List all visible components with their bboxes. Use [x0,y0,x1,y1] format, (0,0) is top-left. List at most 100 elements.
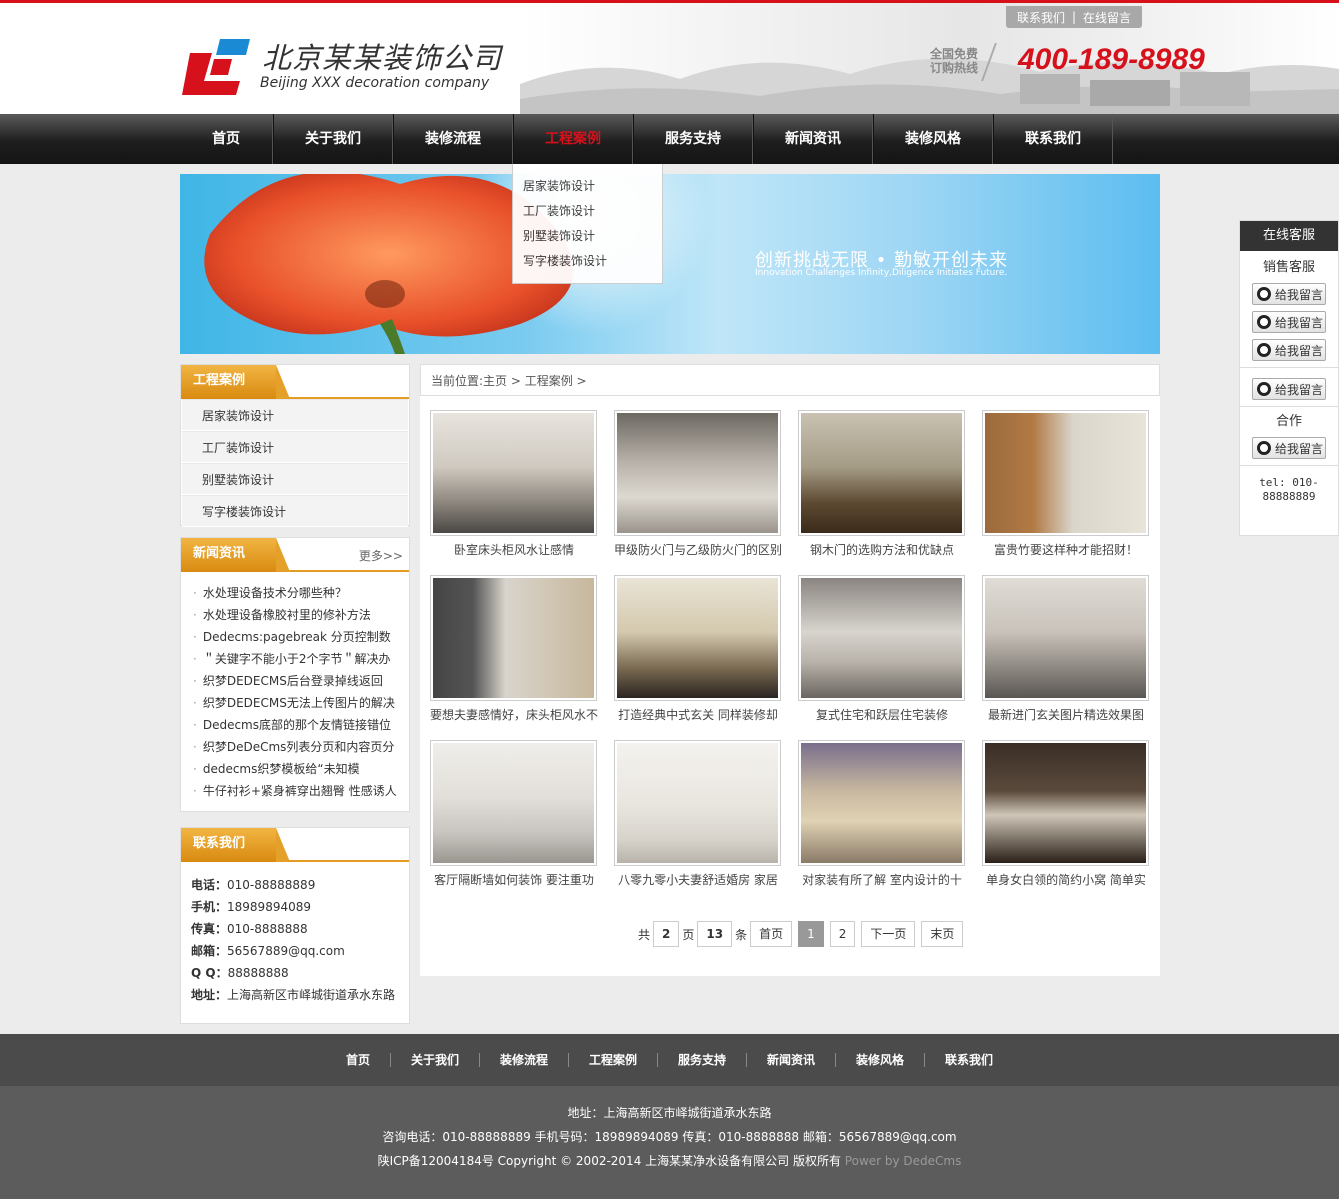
nav-item-service[interactable]: 服务支持 [633,114,753,164]
pager-last-button[interactable]: 末页 [921,921,964,947]
case-card[interactable]: 对家装有所了解 室内设计的十 [798,740,966,894]
service-title: 在线客服 [1240,221,1338,251]
pager-total-label: 共 [638,927,651,942]
news-item[interactable]: Dedecms底部的那个友情链接错位 [193,714,403,736]
case-thumbnail[interactable] [614,575,781,701]
case-thumbnail[interactable] [982,575,1149,701]
case-thumbnail[interactable] [430,575,597,701]
case-title[interactable]: 对家装有所了解 室内设计的十 [798,866,966,894]
box-title: 新闻资讯 [181,538,290,572]
dropdown-item-home[interactable]: 居家装饰设计 [513,174,662,199]
footer-link-style[interactable]: 装修风格 [836,1053,926,1067]
case-thumbnail[interactable] [614,740,781,866]
qq-message-button[interactable]: 给我留言 [1252,378,1326,400]
footer-link-cases[interactable]: 工程案例 [569,1053,658,1067]
news-item[interactable]: 牛仔衬衫+紧身裤穿出翘臀 性感诱人 [193,780,403,802]
divider [1240,465,1338,466]
case-thumbnail[interactable] [798,740,965,866]
nav-item-style[interactable]: 装修风格 [873,114,993,164]
nav-item-news[interactable]: 新闻资讯 [753,114,873,164]
news-item[interactable]: 织梦DEDECMS无法上传图片的解决 [193,692,403,714]
nav-item-home[interactable]: 首页 [180,114,273,164]
case-title[interactable]: 八零九零小夫妻舒适婚房 家居 [614,866,782,894]
case-title[interactable]: 最新进门玄关图片精选效果图 [982,701,1150,729]
pager-next-button[interactable]: 下一页 [861,921,916,947]
dropdown-item-villa[interactable]: 别墅装饰设计 [513,224,662,249]
news-item[interactable]: dedecms织梦模板给“未知模 [193,758,403,780]
case-card[interactable]: 卧室床头柜风水让感情 [430,410,598,564]
hotline-number: 400-189-8989 [1018,43,1205,76]
sidebar-item-office[interactable]: 写字楼装饰设计 [182,495,408,527]
case-thumbnail[interactable] [798,410,965,536]
case-title[interactable]: 客厅隔断墙如何装饰 要注重功 [430,866,598,894]
nav-item-about[interactable]: 关于我们 [273,114,393,164]
case-title[interactable]: 卧室床头柜风水让感情 [430,536,598,564]
case-title[interactable]: 单身女白领的简约小窝 简单实 [982,866,1150,894]
powered-by-link[interactable]: Power by DedeCms [845,1154,962,1168]
case-card[interactable]: 客厅隔断墙如何装饰 要注重功 [430,740,598,894]
footer-link-service[interactable]: 服务支持 [658,1053,748,1067]
online-message-link[interactable]: 在线留言 [1083,9,1131,26]
logo-icon[interactable] [182,39,252,95]
divider: | [1071,10,1077,24]
dropdown-item-factory[interactable]: 工厂装饰设计 [513,199,662,224]
contact-us-link[interactable]: 联系我们 [1017,9,1065,26]
case-card[interactable]: 八零九零小夫妻舒适婚房 家居 [614,740,782,894]
news-item[interactable]: 水处理设备橡胶衬里的修补方法 [193,604,403,626]
qq-icon [1257,315,1271,329]
news-item[interactable]: 水处理设备技术分哪些种？ [193,582,403,604]
footer-link-contact[interactable]: 联系我们 [925,1053,1013,1067]
sidebar-item-villa[interactable]: 别墅装饰设计 [182,463,408,495]
case-thumbnail[interactable] [982,740,1149,866]
dropdown-item-office[interactable]: 写字楼装饰设计 [513,249,662,274]
footer-link-news[interactable]: 新闻资讯 [747,1053,837,1067]
pager-page-unit: 页 [682,927,695,942]
case-card[interactable]: 最新进门玄关图片精选效果图 [982,575,1150,729]
qq-message-button[interactable]: 给我留言 [1252,311,1326,333]
case-thumbnail[interactable] [430,740,597,866]
contact-address: 地址：上海高新区市峄城街道承水东路 [191,988,396,1002]
box-title: 联系我们 [181,828,290,862]
qq-message-button[interactable]: 给我留言 [1252,339,1326,361]
news-item[interactable]: ＂关键字不能小于2个字节＂解决办 [193,648,403,670]
nav-item-contact[interactable]: 联系我们 [993,114,1113,164]
case-title[interactable]: 甲级防火门与乙级防火门的区别 [614,536,782,564]
case-thumbnail[interactable] [798,575,965,701]
sidebar-item-home[interactable]: 居家装饰设计 [182,399,408,431]
news-item[interactable]: Dedecms:pagebreak 分页控制数 [193,626,403,648]
footer-link-about[interactable]: 关于我们 [391,1053,480,1067]
more-link[interactable]: 更多>> [359,547,403,564]
case-card[interactable]: 复式住宅和跃层住宅装修 [798,575,966,729]
case-card[interactable]: 富贵竹要这样种才能招财！ [982,410,1150,564]
footer-link-home[interactable]: 首页 [326,1053,391,1067]
pager-first-button[interactable]: 首页 [750,921,793,947]
news-item[interactable]: 织梦DEDECMS后台登录掉线返回 [193,670,403,692]
divider [1240,367,1338,368]
nav-item-process[interactable]: 装修流程 [393,114,513,164]
case-thumbnail[interactable] [614,410,781,536]
case-title[interactable]: 富贵竹要这样种才能招财！ [982,536,1150,564]
case-title[interactable]: 要想夫妻感情好，床头柜风水不 [430,701,598,729]
footer-link-process[interactable]: 装修流程 [480,1053,569,1067]
company-name-en: Beijing XXX decoration company [260,75,490,91]
case-thumbnail[interactable] [982,410,1149,536]
case-card[interactable]: 单身女白领的简约小窝 简单实 [982,740,1150,894]
case-card[interactable]: 钢木门的选购方法和优缺点 [798,410,966,564]
case-card[interactable]: 打造经典中式玄关 同样装修却 [614,575,782,729]
pager-page-1[interactable]: 1 [798,921,824,947]
case-thumbnail[interactable] [430,410,597,536]
qq-message-button[interactable]: 给我留言 [1252,437,1326,459]
case-card[interactable]: 甲级防火门与乙级防火门的区别 [614,410,782,564]
pagination: 共 2 页 13 条 首页 1 2 下一页 末页 [638,921,966,947]
qq-message-button[interactable]: 给我留言 [1252,283,1326,305]
case-card[interactable]: 要想夫妻感情好，床头柜风水不 [430,575,598,729]
case-title[interactable]: 复式住宅和跃层住宅装修 [798,701,966,729]
case-title[interactable]: 打造经典中式玄关 同样装修却 [614,701,782,729]
news-item[interactable]: 织梦DeDeCms列表分页和内容页分 [193,736,403,758]
pager-page-2[interactable]: 2 [829,921,856,947]
nav-item-cases[interactable]: 工程案例 [513,114,633,164]
box-header: 工程案例 [181,365,409,399]
case-title[interactable]: 钢木门的选购方法和优缺点 [798,536,966,564]
contact-email: 邮箱：56567889@qq.com [191,944,345,958]
sidebar-item-factory[interactable]: 工厂装饰设计 [182,431,408,463]
